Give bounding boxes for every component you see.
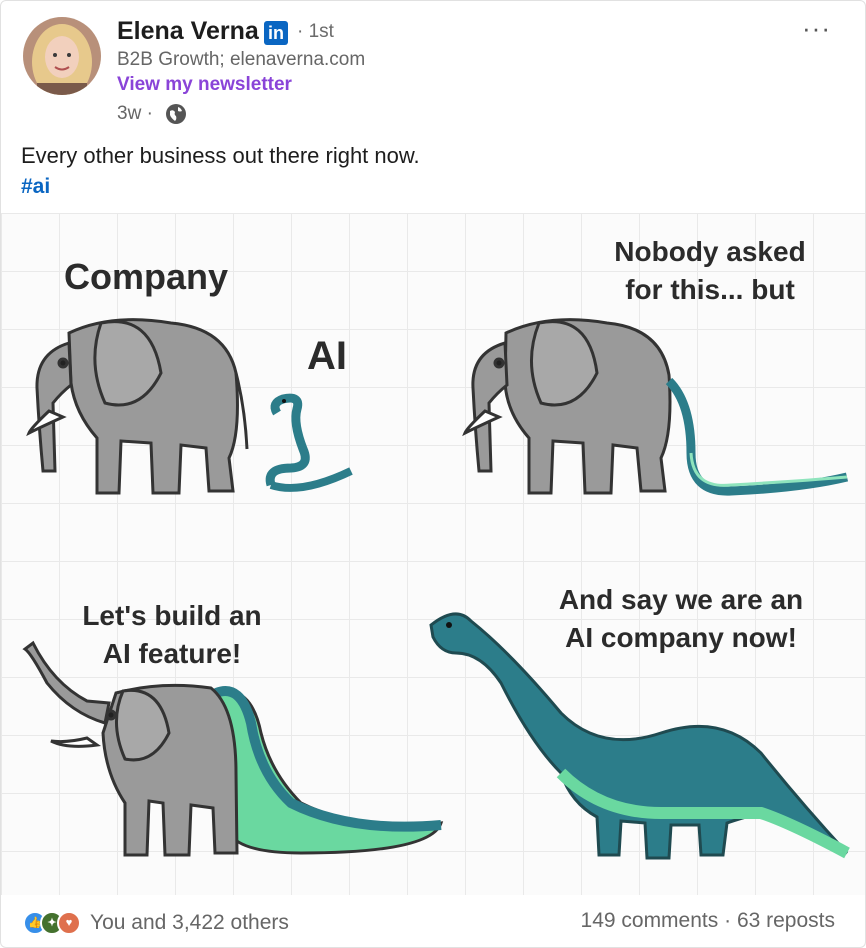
post-text: Every other business out there right now… bbox=[21, 143, 420, 168]
stats-separator: · bbox=[724, 909, 732, 932]
author-avatar[interactable] bbox=[23, 17, 101, 95]
view-newsletter-link[interactable]: View my newsletter bbox=[117, 74, 292, 96]
post-stats: 149 comments · 63 reposts bbox=[581, 909, 835, 933]
post-time: 3w · bbox=[117, 103, 153, 124]
reactions-summary[interactable]: 👍 ✦ ♥ You and 3,422 others bbox=[23, 907, 289, 939]
label-build-line1: Let's build an bbox=[82, 600, 261, 631]
connection-degree: · 1st bbox=[297, 21, 334, 42]
more-options-button[interactable]: ··· bbox=[802, 13, 831, 44]
label-nobody-line2: for this... but bbox=[625, 274, 795, 305]
author-headline: B2B Growth; elenaverna.com bbox=[117, 49, 366, 70]
label-nobody-line1: Nobody asked bbox=[614, 236, 805, 267]
feed-post-card: Elena Verna in · 1st B2B Growth; elenave… bbox=[0, 0, 866, 948]
label-ai: AI bbox=[307, 334, 347, 378]
label-build-line2: AI feature! bbox=[103, 638, 241, 669]
globe-icon bbox=[165, 103, 187, 125]
love-icon: ♥ bbox=[57, 911, 81, 935]
reactions-count[interactable]: You and 3,422 others bbox=[90, 911, 289, 935]
post-image[interactable]: Company AI Nobody asked for this... but … bbox=[1, 213, 865, 895]
reposts-count[interactable]: 63 reposts bbox=[737, 909, 835, 932]
hashtag-link[interactable]: #ai bbox=[21, 175, 50, 199]
label-company: Company bbox=[64, 256, 228, 297]
label-say-line2: AI company now! bbox=[565, 622, 797, 653]
label-say-line1: And say we are an bbox=[559, 584, 803, 615]
author-name[interactable]: Elena Verna bbox=[117, 17, 259, 46]
comments-count[interactable]: 149 comments bbox=[581, 909, 719, 932]
linkedin-premium-badge: in bbox=[264, 21, 288, 45]
